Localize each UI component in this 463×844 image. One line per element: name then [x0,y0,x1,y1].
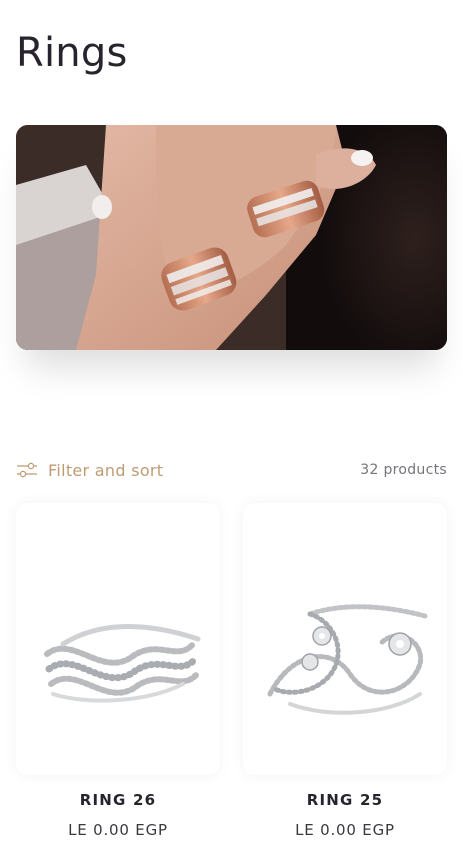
product-price: LE 0.00 EGP [295,821,395,839]
product-card[interactable]: RING 26 LE 0.00 EGP [16,503,220,839]
product-card[interactable]: RING 25 LE 0.00 EGP [243,503,447,839]
product-title[interactable]: RING 26 [80,791,157,809]
product-image[interactable] [243,503,447,775]
filter-and-sort-button[interactable]: Filter and sort [16,461,163,480]
hands-with-rings-illustration [16,125,447,350]
product-image[interactable] [16,503,220,775]
product-price: LE 0.00 EGP [68,821,168,839]
filter-and-sort-label: Filter and sort [48,460,164,480]
product-title[interactable]: RING 25 [307,791,384,809]
sliders-icon [16,461,38,479]
multi-band-wave-ring-illustration [44,624,201,703]
diamond-cluster [301,626,412,671]
crossover-diamond-ring-illustration [267,604,428,715]
product-grid: RING 26 LE 0.00 EGP RING 25 LE 0.00 EGP [16,503,447,839]
collection-toolbar: Filter and sort 32 products [16,458,447,482]
page-title: Rings [16,30,128,76]
product-count: 32 products [360,462,447,478]
collection-hero-image [16,125,447,350]
